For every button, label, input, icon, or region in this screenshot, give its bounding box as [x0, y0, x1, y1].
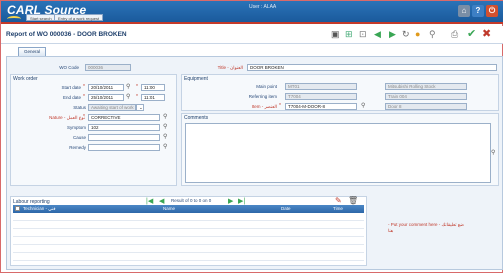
validate-icon[interactable]: ✔ — [467, 29, 476, 40]
main-point-label: Main point — [256, 84, 277, 89]
wo-code-label: WO Code — [59, 65, 79, 70]
prev-icon[interactable]: ◀ — [374, 29, 381, 39]
link-icon[interactable]: ⚲ — [429, 29, 436, 39]
table-row — [13, 238, 364, 245]
work-request-button[interactable]: Entry of a work request — [54, 14, 104, 21]
status-label: Status — [73, 105, 86, 110]
tab-general[interactable]: General — [18, 47, 46, 56]
status-select[interactable]: Awaiting start of work — [88, 104, 136, 111]
comment-hint: - Put your comment here - ضع تعليقاتك هن… — [388, 222, 464, 233]
calendar-icon[interactable]: ⚲ — [126, 83, 130, 90]
work-order-title: Work order — [13, 76, 38, 82]
referring-item-label: Referring item — [248, 94, 277, 99]
cancel-icon[interactable]: ✖ — [482, 29, 491, 40]
delete-icon[interactable]: 🗑 — [348, 196, 358, 205]
expand-icon[interactable]: ⚲ — [491, 149, 495, 156]
chevron-down-icon[interactable]: ⌄ — [136, 104, 144, 111]
item-desc: Door 8 — [385, 103, 467, 110]
alert-icon[interactable]: ● — [415, 29, 420, 39]
search-icon[interactable]: ⚲ — [163, 133, 167, 140]
user-label: User : ALAA — [249, 4, 277, 10]
start-search-button[interactable]: Start search — [26, 14, 56, 21]
refresh-icon[interactable]: ↻ — [402, 29, 410, 39]
main-point-desc: Mitsubishi Rolling Stock — [385, 83, 467, 90]
next-page-icon[interactable]: ▶ — [228, 197, 233, 205]
nature-field[interactable]: CORRECTIVE — [88, 114, 160, 121]
required-icon: * — [279, 103, 281, 109]
item-field[interactable]: T7004-M-DOOR-8 — [285, 103, 357, 110]
comments-textarea[interactable] — [185, 123, 491, 183]
col-time[interactable]: Time — [333, 206, 343, 211]
end-time-field[interactable]: 11:01 — [141, 94, 165, 101]
grid-header: Technician - فني Name Date Time — [13, 205, 364, 213]
table-row — [13, 254, 364, 261]
cause-field[interactable] — [88, 134, 160, 141]
end-date-field[interactable]: 25/10/2011 — [88, 94, 124, 101]
referring-item-desc: Train 004 — [385, 93, 467, 100]
required-icon: * — [83, 114, 85, 120]
start-time-field[interactable]: 11:00 — [141, 84, 165, 91]
symptom-field[interactable]: 102 — [88, 124, 160, 131]
print-icon[interactable]: ⎙ — [451, 29, 458, 39]
comments-title: Comments — [184, 115, 209, 121]
attach-icon[interactable]: ⊡ — [359, 29, 367, 39]
col-technician[interactable]: Technician - فني — [23, 206, 56, 212]
prev-page-icon[interactable]: ◀ — [159, 197, 164, 205]
col-name[interactable]: Name — [163, 206, 175, 211]
search-icon[interactable]: ⚲ — [163, 143, 167, 150]
next-icon[interactable]: ▶ — [389, 29, 396, 39]
logo-arc-icon — [7, 16, 21, 22]
app-header: CARL Source User : ALAA Start search Ent… — [1, 1, 503, 24]
referring-item-code: T7004 — [285, 93, 357, 100]
required-icon: * — [136, 94, 138, 100]
search-icon[interactable]: ⚲ — [163, 113, 167, 120]
last-page-icon[interactable]: ▶| — [238, 197, 245, 205]
exit-icon[interactable]: ⏻ — [486, 5, 498, 17]
first-page-icon[interactable]: |◀ — [146, 197, 153, 205]
required-icon: * — [136, 84, 138, 90]
table-row — [13, 230, 364, 237]
edit-grid-icon[interactable]: ✎ — [335, 196, 342, 205]
required-icon: * — [83, 94, 85, 100]
required-icon: * — [83, 84, 85, 90]
search-icon[interactable]: ⚲ — [361, 102, 365, 109]
search-icon[interactable]: ⚲ — [163, 123, 167, 130]
title-label: Title - العنوان — [217, 65, 243, 70]
title-field[interactable]: DOOR BROKEN — [247, 64, 497, 71]
table-row — [13, 214, 364, 221]
tree-icon[interactable]: ⊞ — [345, 29, 353, 39]
wo-code-field: 000036 — [85, 64, 131, 71]
item-label: Item - العنصر — [251, 104, 277, 109]
home-icon[interactable]: ⌂ — [458, 5, 470, 17]
col-date[interactable]: Date — [281, 206, 291, 211]
remedy-field[interactable] — [88, 144, 160, 151]
end-date-label: End date — [62, 95, 81, 100]
start-date-label: Start date — [61, 85, 81, 90]
equipment-title: Equipment — [184, 76, 208, 82]
symptom-label: Symptom — [66, 125, 86, 130]
calendar-icon[interactable]: ⚲ — [126, 93, 130, 100]
start-date-field[interactable]: 20/10/2011 — [88, 84, 124, 91]
cause-label: Cause — [72, 135, 86, 140]
select-all-checkbox[interactable] — [15, 206, 20, 211]
page-title: Report of WO 000036 - DOOR BROKEN — [6, 31, 127, 38]
nature-label: Nature - نوع العمل — [49, 115, 85, 120]
main-point-code: MT01 — [285, 83, 357, 90]
save-icon[interactable]: ▣ — [331, 29, 340, 39]
form-titlebar: Report of WO 000036 - DOOR BROKEN ▣ ⊞ ⊡ … — [1, 26, 503, 44]
remedy-label: Remedy — [69, 145, 86, 150]
pager-label: Result of 0 to 0 on 0 — [171, 198, 212, 203]
table-row — [13, 222, 364, 229]
table-row — [13, 246, 364, 253]
help-icon[interactable]: ? — [472, 5, 484, 17]
